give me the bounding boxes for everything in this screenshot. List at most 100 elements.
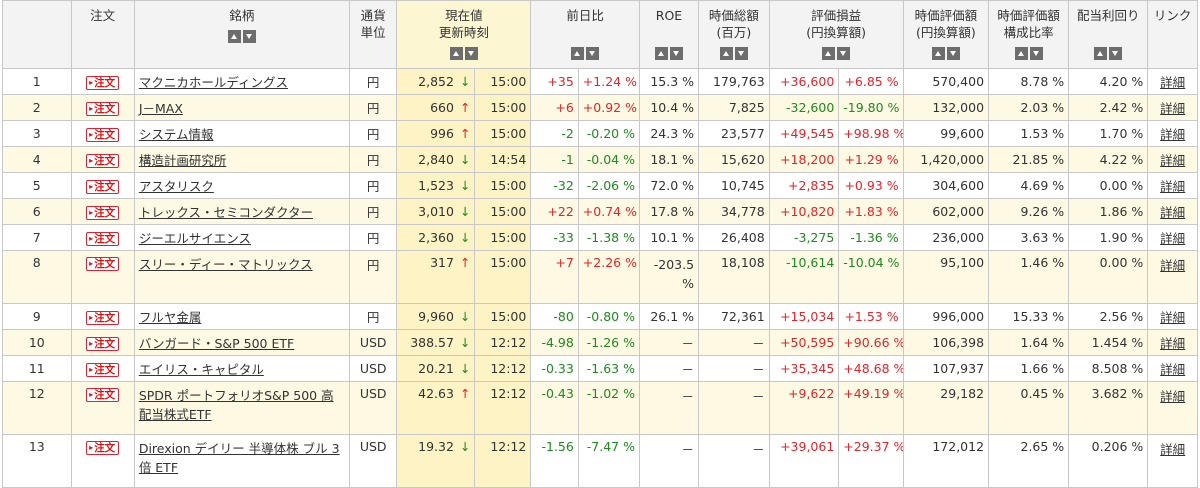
stock-name-cell: エイリス・キャピタル — [133, 355, 350, 382]
triangle-down-icon[interactable] — [670, 47, 683, 60]
triangle-down-icon[interactable] — [464, 47, 478, 60]
order-button[interactable]: 注文 — [70, 146, 135, 173]
order-badge[interactable]: 注文 — [86, 101, 120, 116]
detail-cell: 詳細 — [1147, 355, 1198, 382]
triangle-up-icon[interactable] — [449, 47, 463, 60]
triangle-up-icon[interactable] — [1014, 47, 1028, 60]
order-button[interactable]: 注文 — [70, 172, 135, 199]
currency: 円 — [348, 224, 398, 251]
stock-name-link[interactable]: マクニカホールディングス — [139, 75, 288, 90]
stock-name-link[interactable]: トレックス・セミコンダクター — [139, 205, 313, 220]
change-percent: -0.80 % — [577, 303, 640, 330]
order-button[interactable]: 注文 — [70, 94, 135, 121]
triangle-down-icon[interactable] — [242, 30, 256, 43]
profit-loss: +9,622 — [768, 381, 840, 435]
triangle-down-icon[interactable] — [586, 47, 600, 60]
triangle-up-icon[interactable] — [719, 47, 733, 60]
table-row: 6注文トレックス・セミコンダクター円3,010↓15:00+22+0.74 %1… — [2, 198, 1198, 225]
dividend-yield: 0.206 % — [1068, 434, 1149, 488]
triangle-down-icon[interactable] — [734, 47, 748, 60]
order-button[interactable]: 注文 — [70, 224, 135, 251]
dividend-yield: 2.56 % — [1068, 303, 1149, 330]
triangle-up-icon[interactable] — [931, 47, 945, 60]
order-badge[interactable]: 注文 — [86, 336, 120, 351]
stock-name-link[interactable]: 構造計画研究所 — [139, 153, 227, 168]
detail-link[interactable]: 詳細 — [1160, 389, 1185, 404]
stock-name-link[interactable]: バンガード・S&P 500 ETF — [139, 336, 294, 351]
triangle-up-icon[interactable] — [655, 47, 668, 60]
stock-name-link[interactable]: Direxion デイリー 半導体株 ブル 3倍 ETF — [139, 441, 340, 475]
change-percent: +0.92 % — [577, 94, 640, 121]
stock-name-link[interactable]: アスタリスク — [139, 179, 214, 194]
price: 2,360 — [418, 230, 454, 245]
order-button[interactable]: 注文 — [70, 434, 135, 488]
triangle-up-icon[interactable] — [822, 47, 836, 60]
stock-name-link[interactable]: ジーエルサイエンス — [139, 231, 251, 246]
order-badge[interactable]: 注文 — [86, 153, 120, 168]
update-time: 12:12 — [474, 329, 532, 356]
order-badge[interactable]: 注文 — [86, 441, 120, 455]
order-badge[interactable]: 注文 — [86, 362, 120, 377]
profit-loss-percent: +0.93 % — [838, 172, 904, 199]
detail-link[interactable]: 詳細 — [1160, 442, 1185, 457]
composition-ratio: 0.45 % — [988, 381, 1070, 435]
order-badge[interactable]: 注文 — [86, 127, 120, 142]
order-button[interactable]: 注文 — [70, 198, 135, 225]
detail-link[interactable]: 詳細 — [1160, 231, 1185, 246]
triangle-down-icon[interactable] — [946, 47, 960, 60]
triangle-down-icon[interactable] — [1109, 47, 1123, 60]
update-time: 15:00 — [474, 68, 532, 95]
order-badge[interactable]: 注文 — [86, 310, 120, 325]
stock-name-link[interactable]: SPDR ポートフォリオS&P 500 高配当株式ETF — [139, 388, 334, 422]
stock-name-link[interactable]: フルヤ金属 — [139, 310, 202, 325]
composition-ratio: 2.03 % — [988, 94, 1070, 121]
detail-link[interactable]: 詳細 — [1160, 127, 1185, 142]
detail-link[interactable]: 詳細 — [1160, 336, 1185, 351]
order-badge[interactable]: 注文 — [86, 257, 120, 271]
change-value: +35 — [530, 68, 579, 95]
detail-link[interactable]: 詳細 — [1160, 258, 1185, 273]
detail-link[interactable]: 詳細 — [1160, 362, 1185, 377]
triangle-down-icon[interactable] — [1029, 47, 1043, 60]
detail-link[interactable]: 詳細 — [1160, 179, 1185, 194]
stock-name-cell: ジーエルサイエンス — [133, 224, 350, 251]
detail-link[interactable]: 詳細 — [1160, 75, 1185, 90]
order-badge[interactable]: 注文 — [86, 179, 120, 194]
order-button[interactable]: 注文 — [70, 329, 135, 356]
order-button[interactable]: 注文 — [70, 381, 135, 435]
triangle-down-icon[interactable] — [837, 47, 851, 60]
detail-link[interactable]: 詳細 — [1160, 101, 1185, 116]
order-button[interactable]: 注文 — [70, 355, 135, 382]
detail-cell: 詳細 — [1147, 224, 1198, 251]
currency: 円 — [348, 250, 398, 304]
order-badge[interactable]: 注文 — [86, 75, 120, 90]
profit-loss-percent: -19.80 % — [838, 94, 904, 121]
order-button[interactable]: 注文 — [70, 120, 135, 147]
detail-cell: 詳細 — [1147, 329, 1198, 356]
order-badge[interactable]: 注文 — [86, 231, 120, 246]
price: 1,523 — [418, 178, 454, 193]
profit-loss: -32,600 — [768, 94, 840, 121]
market-cap: 179,763 — [698, 68, 770, 95]
arrow-up-icon: ↑ — [459, 126, 471, 141]
order-button[interactable]: 注文 — [70, 250, 135, 304]
price-cell: 20.21 ↓ — [396, 355, 476, 382]
roe: 24.3 % — [638, 120, 700, 147]
stock-name-link[interactable]: スリー・ディー・マトリックス — [139, 257, 313, 272]
detail-cell: 詳細 — [1147, 250, 1198, 304]
dividend-yield: 1.454 % — [1068, 329, 1149, 356]
triangle-up-icon[interactable] — [227, 30, 241, 43]
detail-link[interactable]: 詳細 — [1160, 310, 1185, 325]
order-badge[interactable]: 注文 — [86, 205, 120, 220]
detail-link[interactable]: 詳細 — [1160, 205, 1185, 220]
order-button[interactable]: 注文 — [70, 303, 135, 330]
triangle-up-icon[interactable] — [571, 47, 585, 60]
order-button[interactable]: 注文 — [70, 68, 135, 95]
stock-name-link[interactable]: エイリス・キャピタル — [139, 362, 264, 377]
stock-name-link[interactable]: システム情報 — [139, 127, 214, 142]
triangle-up-icon[interactable] — [1094, 47, 1108, 60]
order-badge[interactable]: 注文 — [86, 388, 120, 402]
stock-name-link[interactable]: J－MAX — [139, 101, 183, 116]
profit-loss-percent: -10.04 % — [838, 250, 904, 304]
detail-link[interactable]: 詳細 — [1160, 153, 1185, 168]
